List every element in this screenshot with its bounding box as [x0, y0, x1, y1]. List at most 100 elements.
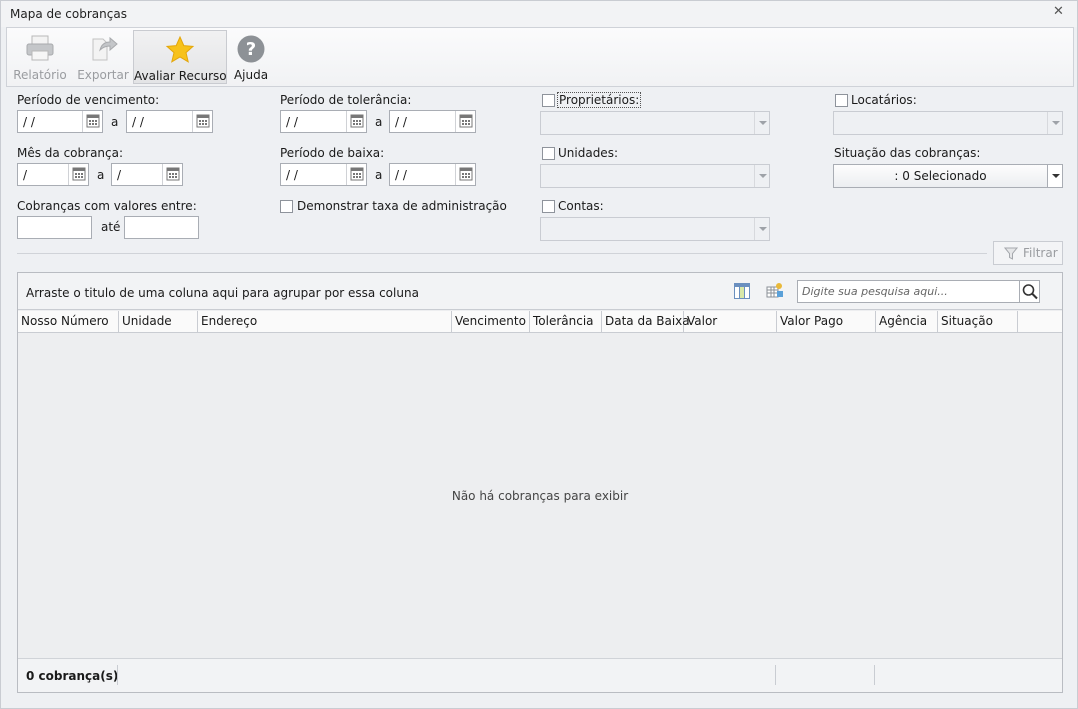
column-chooser-icon[interactable] [734, 283, 750, 302]
proprietarios-select[interactable] [540, 111, 770, 135]
empty-message: Não há cobranças para exibir [451, 489, 629, 503]
tolerancia-sep: a [375, 115, 383, 129]
vencimento-from-value: / / [23, 115, 35, 129]
baixa-to-input[interactable]: / / [389, 163, 476, 186]
baixa-from-value: / / [286, 168, 298, 182]
group-hint: Arraste o titulo de uma coluna aqui para… [26, 286, 419, 300]
demonstrar-taxa-checkbox[interactable] [280, 200, 293, 213]
title-bar: Mapa de cobranças ✕ [1, 1, 1077, 27]
locatarios-label: Locatários: [851, 93, 917, 107]
ajuda-button[interactable]: ? Ajuda [229, 30, 273, 84]
search-icon[interactable] [1019, 281, 1039, 302]
calendar-icon[interactable] [346, 111, 366, 132]
vencimento-sep: a [111, 115, 119, 129]
column-header[interactable]: Situação [938, 311, 1018, 332]
baixa-to-value: / / [395, 168, 407, 182]
relatorio-label: Relatório [13, 68, 67, 82]
periodo-baixa-label: Período de baixa: [280, 146, 385, 160]
baixa-from-input[interactable]: / / [280, 163, 367, 186]
locatarios-select[interactable] [833, 111, 1063, 135]
chevron-down-icon[interactable] [1047, 112, 1062, 134]
column-header[interactable]: Vencimento [452, 311, 530, 332]
unidades-checkbox[interactable] [542, 147, 555, 160]
vencimento-to-input[interactable]: / / [126, 110, 213, 133]
chevron-down-icon[interactable] [754, 218, 769, 240]
valor-min-input[interactable] [17, 216, 92, 239]
avaliar-recurso-button[interactable]: Avaliar Recurso [133, 30, 227, 84]
valores-sep: até [101, 220, 121, 234]
periodo-tolerancia-label: Período de tolerância: [280, 93, 412, 107]
close-icon[interactable]: ✕ [1053, 5, 1065, 18]
group-panel[interactable]: Arraste o titulo de uma coluna aqui para… [18, 273, 1062, 310]
exportar-label: Exportar [77, 68, 129, 82]
ajuda-label: Ajuda [233, 68, 269, 82]
chevron-down-icon[interactable] [754, 112, 769, 134]
mes-to-input[interactable]: / [111, 163, 183, 186]
search-placeholder: Digite sua pesquisa aqui... [802, 285, 948, 298]
vencimento-to-value: / / [132, 115, 144, 129]
contas-label: Contas: [558, 199, 604, 213]
calendar-icon[interactable] [346, 164, 366, 185]
proprietarios-checkbox[interactable] [542, 94, 555, 107]
exportar-button[interactable]: Exportar [73, 30, 133, 84]
star-icon [165, 35, 195, 63]
mes-sep: a [97, 168, 105, 182]
footer-divider [874, 665, 875, 685]
vencimento-from-input[interactable]: / / [17, 110, 103, 133]
locatarios-checkbox[interactable] [835, 94, 848, 107]
footer-divider [775, 665, 776, 685]
chevron-down-icon[interactable] [1047, 165, 1062, 187]
calendar-icon[interactable] [192, 111, 212, 132]
demonstrar-taxa-label: Demonstrar taxa de administração [297, 199, 507, 213]
record-count: 0 cobrança(s) [26, 669, 119, 683]
contas-checkbox[interactable] [542, 200, 555, 213]
tolerancia-from-input[interactable]: / / [280, 110, 367, 133]
column-header[interactable]: Tolerância [530, 311, 602, 332]
mes-cobranca-label: Mês da cobrança: [17, 146, 124, 160]
filtrar-button[interactable]: Filtrar [993, 241, 1063, 265]
tolerancia-to-input[interactable]: / / [389, 110, 476, 133]
chevron-down-icon[interactable] [754, 165, 769, 187]
situacao-select[interactable]: : 0 Selecionado [833, 164, 1063, 188]
column-header[interactable]: Valor [684, 311, 777, 332]
situacao-value: : 0 Selecionado [894, 169, 987, 183]
printer-icon [26, 35, 54, 61]
mes-from-value: / [23, 168, 28, 182]
ribbon-toolbar: Relatório Exportar Avaliar Recurso ? Aju… [6, 27, 1074, 87]
export-icon [92, 36, 118, 61]
column-header[interactable]: Unidade [119, 311, 198, 332]
window: Mapa de cobranças ✕ Relatório Exportar A… [0, 0, 1078, 709]
window-title: Mapa de cobranças [10, 7, 127, 21]
search-input[interactable]: Digite sua pesquisa aqui... [797, 280, 1040, 303]
contas-select[interactable] [540, 217, 770, 241]
grid-footer: 0 cobrança(s) [18, 658, 1062, 692]
grid-options-icon[interactable] [766, 282, 784, 302]
calendar-icon[interactable] [162, 164, 182, 185]
valor-max-input[interactable] [124, 216, 199, 239]
baixa-sep: a [375, 168, 383, 182]
calendar-icon[interactable] [455, 164, 475, 185]
avaliar-recurso-label: Avaliar Recurso [134, 69, 227, 83]
periodo-vencimento-label: Período de vencimento: [17, 93, 160, 107]
calendar-icon[interactable] [82, 111, 102, 132]
column-header[interactable]: Data da Baixa [602, 311, 690, 332]
valores-label: Cobranças com valores entre: [17, 199, 197, 213]
situacao-label: Situação das cobranças: [834, 146, 981, 160]
filtrar-label: Filtrar [1023, 246, 1058, 260]
filter-icon [1004, 247, 1018, 260]
column-header[interactable]: Endereço [198, 311, 452, 332]
column-header[interactable]: Agência [876, 311, 938, 332]
unidades-select[interactable] [540, 164, 770, 188]
footer-divider [117, 665, 118, 685]
relatorio-button[interactable]: Relatório [11, 30, 69, 84]
column-header[interactable]: Nosso Número [18, 311, 119, 332]
proprietarios-label: Proprietários: [557, 92, 642, 108]
tolerancia-from-value: / / [286, 115, 298, 129]
unidades-label: Unidades: [558, 146, 618, 160]
mes-to-value: / [117, 168, 122, 182]
mes-from-input[interactable]: / [17, 163, 89, 186]
calendar-icon[interactable] [455, 111, 475, 132]
cobrancas-grid: Arraste o titulo de uma coluna aqui para… [17, 272, 1063, 693]
calendar-icon[interactable] [68, 164, 88, 185]
column-header[interactable]: Valor Pago [777, 311, 876, 332]
